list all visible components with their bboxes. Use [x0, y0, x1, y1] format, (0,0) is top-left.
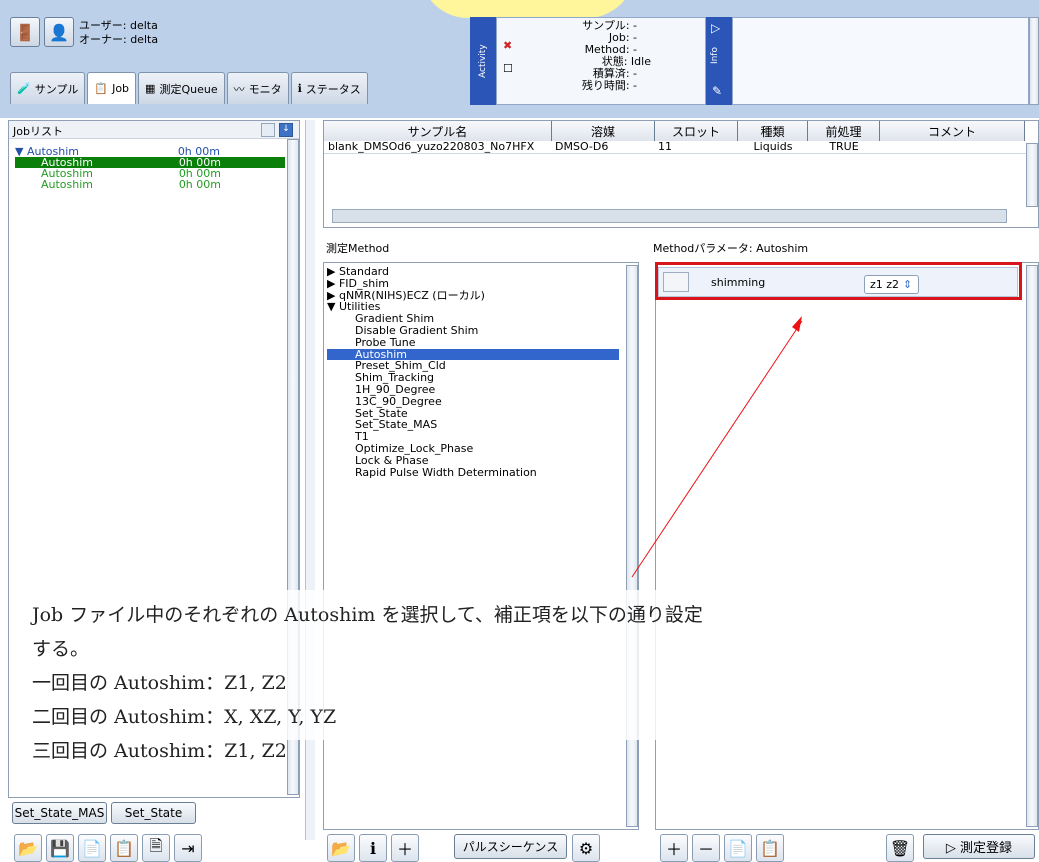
sample-table-header: サンプル名 溶媒 スロット 種類 前処理 コメント: [324, 121, 1038, 141]
method-title: 測定Method: [326, 242, 390, 255]
document-icon[interactable]: 🗎: [142, 834, 170, 862]
table-icon: ▦: [145, 82, 156, 95]
method-item[interactable]: Rapid Pulse Width Determination: [327, 466, 619, 479]
folder-icon[interactable]: 📂: [327, 834, 355, 862]
up-arrow-icon[interactable]: [261, 123, 275, 137]
tube-icon: 🧪: [17, 82, 31, 95]
tab-status[interactable]: ℹ ステータス: [290, 72, 368, 104]
method-item[interactable]: Lock & Phase: [327, 454, 619, 467]
info-icon: ℹ: [297, 82, 302, 95]
column-header-sample[interactable]: サンプル名: [324, 121, 552, 141]
submit-button[interactable]: ▷ 測定登録: [923, 834, 1035, 859]
annotation-arrow: [631, 316, 803, 578]
table-row[interactable]: blank_DMSOd6_yuzo220803_No7HFX DMSO-D6 1…: [324, 141, 1038, 154]
table-vertical-scrollbar[interactable]: [1026, 143, 1038, 207]
method-item[interactable]: 1H_90_Degree: [327, 384, 619, 396]
info-panel: [732, 17, 1029, 105]
add-icon[interactable]: ＋: [660, 834, 688, 862]
top-scrollbar[interactable]: [1029, 17, 1039, 105]
tab-monitor[interactable]: 〰モニタ: [226, 72, 289, 104]
save-icon[interactable]: 💾: [46, 834, 74, 862]
info-label: Info: [710, 47, 720, 65]
column-header-comment[interactable]: コメント: [880, 121, 1025, 141]
method-item[interactable]: Set_State_MAS: [327, 419, 619, 431]
tab-job[interactable]: 📋 Job: [87, 72, 137, 104]
job-item[interactable]: Autoshim 0h 00m: [15, 179, 285, 190]
paste-icon[interactable]: 📋: [756, 834, 784, 862]
exit-icon[interactable]: 🚪: [10, 17, 40, 47]
user-icon[interactable]: 👤: [44, 17, 74, 47]
paste-icon[interactable]: 📋: [110, 834, 138, 862]
folder-icon[interactable]: 📂: [14, 834, 42, 862]
parameter-toolbar: ＋ － 📄 📋: [660, 834, 784, 862]
down-arrow-icon[interactable]: ↓: [279, 123, 293, 137]
method-item[interactable]: ▶ FID_shim: [327, 277, 619, 290]
column-header-solvent[interactable]: 溶媒: [552, 121, 655, 141]
method-parameter-title: Methodパラメータ: Autoshim: [653, 242, 809, 255]
method-item[interactable]: Optimize_Lock_Phase: [327, 443, 619, 455]
play-icon[interactable]: ▷: [711, 21, 720, 35]
status-icon: ☐: [503, 62, 513, 75]
instruction-line: Job ファイル中のそれぞれの Autoshim を選択して、補正項を以下の通り…: [32, 604, 703, 660]
activity-remaining: 残り時間: -: [581, 79, 637, 92]
eraser-icon[interactable]: ✎: [712, 84, 722, 98]
highlight-box: [655, 262, 1022, 300]
activity-label: Activity: [470, 17, 496, 105]
delete-icon[interactable]: 🗑: [886, 834, 914, 862]
pulse-sequence-button[interactable]: パルスシーケンス: [454, 834, 567, 859]
user-label: ユーザー: delta: [79, 19, 158, 32]
tab-queue[interactable]: ▦ 測定Queue: [138, 72, 225, 104]
remove-icon[interactable]: －: [692, 834, 720, 862]
method-tree: ▶ Standard ▶ FID_shim ▶ qNMR(NIHS)ECZ (ローカ…: [327, 266, 619, 478]
set-state-mas-button[interactable]: Set_State_MAS: [12, 802, 107, 824]
owner-label: オーナー: delta: [79, 33, 159, 46]
copy-icon[interactable]: 📄: [78, 834, 106, 862]
tab-sample[interactable]: 🧪 サンプル: [10, 72, 86, 104]
error-icon: ✖: [503, 39, 513, 52]
info-sidebar[interactable]: ▷ Info ✎: [706, 17, 732, 105]
main-tabs: 🧪 サンプル 📋 Job ▦ 測定Queue 〰モニタ ℹ ステータス: [10, 72, 368, 104]
left-toolbar: 📂 💾 📄 📋 🗎 ⇥: [14, 834, 202, 862]
instruction-line: 二回目の Autoshim：X, XZ, Y, YZ: [32, 706, 337, 728]
yellow-highlight: [420, 0, 635, 18]
column-header-type[interactable]: 種類: [738, 121, 808, 141]
clipboard-icon: 📋: [94, 82, 109, 95]
wave-icon: 〰: [233, 82, 245, 96]
method-item[interactable]: Probe Tune: [327, 336, 619, 349]
horizontal-scrollbar[interactable]: [332, 209, 1007, 223]
copy-icon[interactable]: 📄: [724, 834, 752, 862]
instruction-overlay: Job ファイル中のそれぞれの Autoshim を選択して、補正項を以下の通り…: [20, 590, 710, 762]
method-toolbar: 📂 ℹ ＋: [327, 834, 419, 862]
parameter-scrollbar[interactable]: [1026, 265, 1038, 827]
info-icon[interactable]: ℹ: [359, 834, 387, 862]
job-tree: ▼ Autoshim 0h 00m Autoshim 0h 00m Autoshim…: [15, 146, 285, 190]
instruction-line: 一回目の Autoshim：Z1, Z2: [32, 672, 287, 694]
tool-icon[interactable]: ⚙: [572, 834, 600, 862]
instruction-line: 三回目の Autoshim：Z1, Z2: [32, 740, 287, 762]
column-header-pretreat[interactable]: 前処理: [808, 121, 880, 141]
import-icon[interactable]: ⇥: [174, 834, 202, 862]
column-header-slot[interactable]: スロット: [655, 121, 738, 141]
job-list-header: Jobリスト: [9, 121, 299, 139]
set-state-button[interactable]: Set_State: [111, 802, 196, 824]
add-icon[interactable]: ＋: [391, 834, 419, 862]
sample-table: サンプル名 溶媒 スロット 種類 前処理 コメント blank_DMSOd6_y…: [323, 120, 1039, 228]
method-item[interactable]: 13C_90_Degree: [327, 395, 619, 408]
activity-panel: ✖ ☐ サンプル: - Job: - Method: - 状態: Idle 積算…: [496, 17, 706, 105]
method-item[interactable]: Disable Gradient Shim: [327, 325, 619, 337]
